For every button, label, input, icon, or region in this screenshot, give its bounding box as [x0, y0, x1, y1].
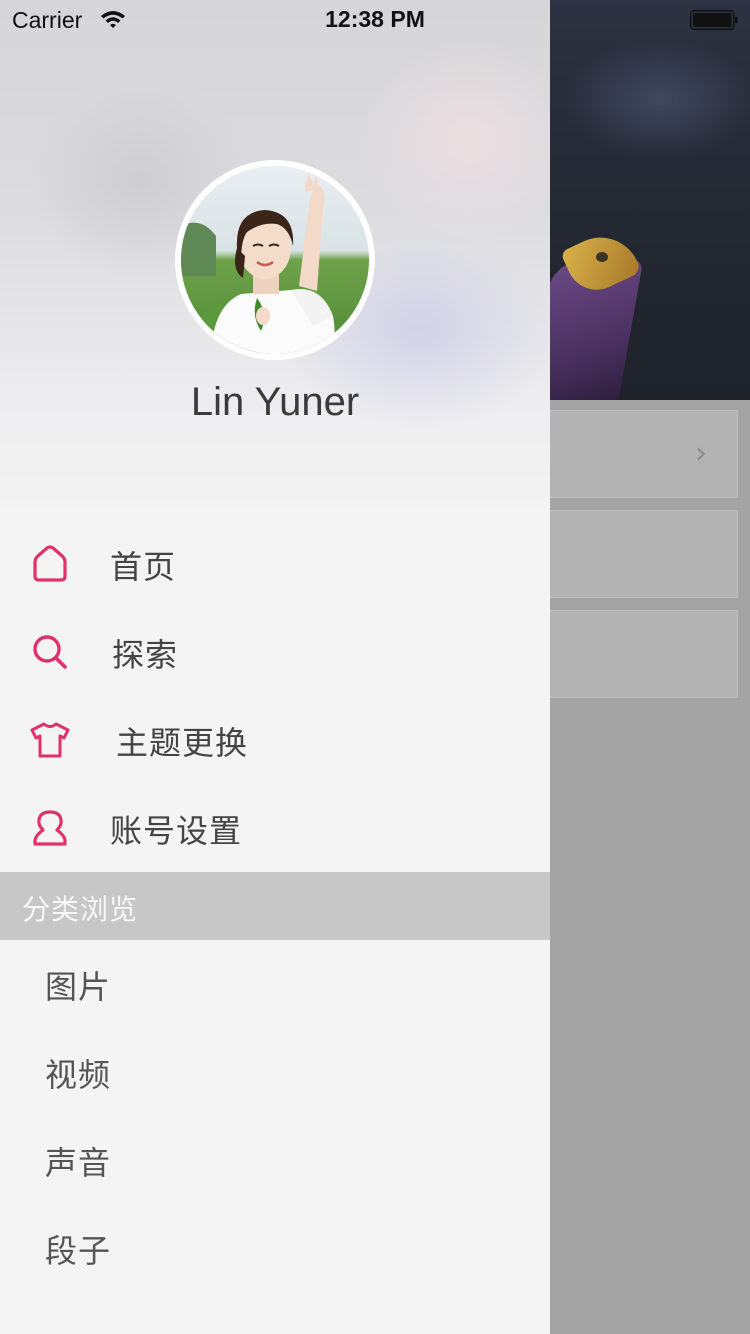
avatar-photo: [181, 166, 369, 354]
menu-item-home[interactable]: 首页: [0, 520, 550, 608]
category-label: 图片: [45, 968, 112, 1006]
menu-label-account: 账号设置: [110, 812, 243, 850]
main-row-1[interactable]: ›: [548, 410, 738, 498]
category-label: 视频: [45, 1056, 112, 1094]
battery-icon: [690, 10, 738, 30]
header-blur-2: [360, 40, 550, 240]
status-bar: Carrier 12:38 PM: [0, 0, 750, 40]
category-item-videos[interactable]: 视频: [0, 1028, 550, 1116]
user-icon: [33, 810, 67, 846]
hero-glow: [560, 40, 750, 160]
avatar[interactable]: [175, 160, 375, 360]
clock: 12:38 PM: [325, 6, 425, 32]
menu-item-account[interactable]: 账号设置: [0, 784, 550, 872]
hero-mask-eye: [596, 252, 608, 262]
category-item-pictures[interactable]: 图片: [0, 940, 550, 1028]
menu-label-home: 首页: [110, 548, 177, 586]
category-item-audio[interactable]: 声音: [0, 1116, 550, 1204]
menu-label-explore: 探索: [112, 636, 179, 674]
main-row-3[interactable]: [548, 610, 738, 698]
user-name[interactable]: Lin Yuner: [0, 380, 550, 425]
category-item-jokes[interactable]: 段子: [0, 1204, 550, 1292]
chevron-right-icon: ›: [695, 436, 707, 471]
section-title: 分类浏览: [22, 893, 139, 926]
search-icon: [33, 635, 67, 669]
main-row-2[interactable]: [548, 510, 738, 598]
menu-item-theme[interactable]: 主题更换: [0, 696, 550, 784]
category-label: 段子: [45, 1232, 112, 1270]
section-header-categories: 分类浏览: [0, 872, 550, 940]
menu-label-theme: 主题更换: [116, 724, 249, 762]
category-label: 声音: [45, 1144, 112, 1182]
side-drawer: Lin Yuner 首页 探索 主题更换 账号设置 分类浏览 图片 视频 声音 …: [0, 0, 550, 1334]
menu-item-explore[interactable]: 探索: [0, 608, 550, 696]
shirt-icon: [30, 722, 70, 758]
home-icon: [33, 545, 67, 582]
